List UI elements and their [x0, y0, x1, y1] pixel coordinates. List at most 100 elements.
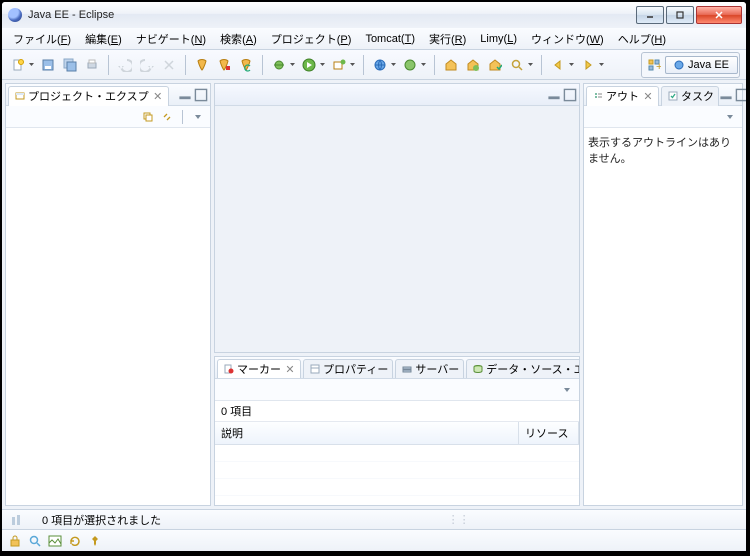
status-selection: 0 項目が選択されました	[42, 512, 161, 528]
project-explorer-body[interactable]	[6, 128, 210, 505]
undo-button[interactable]	[115, 55, 135, 75]
outline-empty-text: 表示するアウトラインはありません。	[584, 128, 742, 172]
markers-table-header: 説明 リソース	[215, 422, 579, 445]
menu-file[interactable]: ファイル(F)	[6, 28, 78, 50]
run-last-button[interactable]	[329, 55, 349, 75]
perspective-java-ee[interactable]: Java EE	[665, 56, 738, 74]
minimize-view-icon[interactable]	[719, 88, 733, 102]
maximize-button[interactable]	[666, 6, 694, 24]
items-count: 0 項目	[215, 401, 579, 422]
perspective-switcher: + Java EE	[641, 52, 740, 78]
menu-limy[interactable]: Limy(L)	[473, 30, 524, 48]
menu-window[interactable]: ウィンドウ(W)	[524, 28, 611, 50]
markers-icon	[224, 364, 234, 374]
tab-servers[interactable]: サーバー	[395, 359, 464, 379]
tab-data-source-explorer[interactable]: データ・ソース・エクスプロー	[466, 359, 579, 379]
trimbar	[2, 529, 746, 551]
forward-button[interactable]	[578, 55, 598, 75]
back-button[interactable]	[548, 55, 568, 75]
maximize-view-icon[interactable]	[563, 88, 577, 102]
new-server-button[interactable]	[370, 55, 390, 75]
view-menu-icon[interactable]	[722, 109, 738, 125]
link-editor-icon[interactable]	[159, 109, 175, 125]
tab-outline[interactable]: アウト ✕	[586, 86, 659, 106]
open-task-button[interactable]	[485, 55, 505, 75]
menu-search[interactable]: 検索(A)	[213, 28, 264, 50]
lock-icon[interactable]	[8, 534, 22, 548]
workspace: プロジェクト・エクスプ ✕	[2, 80, 746, 509]
maximize-view-icon[interactable]	[735, 88, 746, 102]
titlebar: Java EE - Eclipse	[2, 2, 746, 28]
tab-markers[interactable]: マーカー ✕	[217, 359, 301, 379]
close-button[interactable]	[696, 6, 742, 24]
servers-icon	[402, 364, 412, 374]
globe-icon	[674, 60, 684, 70]
tab-label: プロジェクト・エクスプ	[28, 88, 149, 104]
tab-label: アウト	[606, 88, 639, 104]
toolbar: + Java EE	[2, 50, 746, 80]
minimize-view-icon[interactable]	[547, 88, 561, 102]
menu-tomcat[interactable]: Tomcat(T)	[358, 30, 422, 48]
open-web-button[interactable]	[400, 55, 420, 75]
new-button[interactable]	[8, 55, 28, 75]
tab-label: サーバー	[415, 361, 459, 377]
image-trim-icon[interactable]	[48, 534, 62, 548]
view-menu-icon[interactable]	[190, 109, 206, 125]
tab-label: タスク	[681, 88, 714, 104]
tab-tasks[interactable]: タスク	[661, 86, 719, 106]
tab-label: プロパティー	[323, 361, 388, 377]
tab-properties[interactable]: プロパティー	[303, 359, 393, 379]
menu-run[interactable]: 実行(R)	[422, 28, 473, 50]
statusbar: 0 項目が選択されました ⋮⋮	[2, 509, 746, 529]
status-grip: ⋮⋮	[179, 513, 738, 526]
properties-icon	[310, 364, 320, 374]
menubar: ファイル(F) 編集(E) ナビゲート(N) 検索(A) プロジェクト(P) T…	[2, 28, 746, 50]
tab-project-explorer[interactable]: プロジェクト・エクスプ ✕	[8, 86, 169, 106]
close-icon[interactable]: ✕	[284, 363, 296, 375]
app-icon	[8, 8, 22, 22]
tasks-icon	[668, 91, 678, 101]
tomcat-restart-icon[interactable]	[236, 55, 256, 75]
search-button[interactable]	[507, 55, 527, 75]
pin-trim-icon[interactable]	[88, 534, 102, 548]
column-resource[interactable]: リソース	[519, 422, 579, 444]
editor-body[interactable]	[215, 106, 579, 352]
perspective-label: Java EE	[688, 59, 729, 71]
tomcat-stop-icon[interactable]	[214, 55, 234, 75]
run-button[interactable]	[299, 55, 319, 75]
markers-table-body[interactable]	[215, 445, 579, 505]
editor-area	[214, 83, 580, 353]
outline-view-stack: アウト ✕ タスク 表示するアウトラインはありませ	[583, 83, 743, 506]
close-icon[interactable]: ✕	[642, 90, 654, 102]
cut-button[interactable]	[159, 55, 179, 75]
collapse-all-icon[interactable]	[140, 109, 156, 125]
debug-button[interactable]	[269, 55, 289, 75]
open-perspective-button[interactable]: +	[643, 54, 665, 76]
outline-icon	[593, 91, 603, 101]
column-description[interactable]: 説明	[215, 422, 519, 444]
open-type-button[interactable]	[441, 55, 461, 75]
minimize-button[interactable]	[636, 6, 664, 24]
print-button[interactable]	[82, 55, 102, 75]
bottom-view-stack: マーカー ✕ プロパティー サーバー データ・ソース・エクスプロー	[214, 356, 580, 506]
menu-edit[interactable]: 編集(E)	[78, 28, 129, 50]
save-all-button[interactable]	[60, 55, 80, 75]
status-indicator-icon	[10, 513, 24, 527]
menu-project[interactable]: プロジェクト(P)	[264, 28, 359, 50]
markers-body: 0 項目 説明 リソース ◂ ▸	[215, 401, 579, 505]
save-button[interactable]	[38, 55, 58, 75]
tomcat-start-icon[interactable]	[192, 55, 212, 75]
minimize-view-icon[interactable]	[178, 88, 192, 102]
close-icon[interactable]: ✕	[152, 90, 164, 102]
open-resource-button[interactable]	[463, 55, 483, 75]
maximize-view-icon[interactable]	[194, 88, 208, 102]
window-title: Java EE - Eclipse	[28, 9, 636, 21]
menu-navigate[interactable]: ナビゲート(N)	[129, 28, 213, 50]
view-menu-icon[interactable]	[559, 382, 575, 398]
menu-help[interactable]: ヘルプ(H)	[611, 28, 673, 50]
data-source-icon	[473, 364, 483, 374]
refresh-trim-icon[interactable]	[68, 534, 82, 548]
search-trim-icon[interactable]	[28, 534, 42, 548]
svg-text:+: +	[656, 61, 661, 72]
redo-button[interactable]	[137, 55, 157, 75]
